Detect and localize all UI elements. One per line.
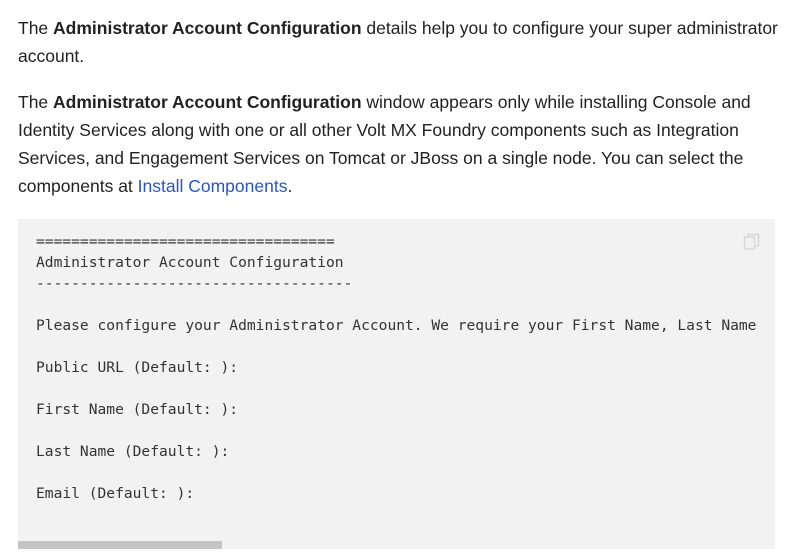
intro-paragraph: The Administrator Account Configuration … bbox=[18, 14, 778, 70]
horizontal-scrollbar[interactable] bbox=[18, 541, 222, 549]
details-paragraph: The Administrator Account Configuration … bbox=[18, 88, 778, 200]
code-line-separator-bottom: ------------------------------------ bbox=[36, 275, 353, 292]
install-components-link[interactable]: Install Components bbox=[137, 174, 290, 196]
p2-bold-term: Administrator Account Configuration bbox=[53, 92, 362, 112]
code-block: ================================== Admini… bbox=[18, 219, 775, 549]
code-line-public-url: Public URL (Default: ): bbox=[36, 359, 239, 376]
code-line-separator-top: ================================== bbox=[36, 233, 335, 250]
code-line-email: Email (Default: ): bbox=[36, 485, 195, 502]
code-content: ================================== Admini… bbox=[36, 231, 756, 504]
p1-bold-term: Administrator Account Configuration bbox=[53, 18, 362, 38]
install-components-link-text: Install Components bbox=[137, 176, 288, 196]
code-line-last-name: Last Name (Default: ): bbox=[36, 443, 230, 460]
p1-prefix: The bbox=[18, 18, 54, 38]
code-line-instruction: Please configure your Administrator Acco… bbox=[36, 317, 757, 334]
code-line-heading: Administrator Account Configuration bbox=[36, 254, 344, 271]
p2-end: . bbox=[287, 176, 293, 196]
p2-prefix: The bbox=[18, 92, 54, 112]
code-line-first-name: First Name (Default: ): bbox=[36, 401, 239, 418]
